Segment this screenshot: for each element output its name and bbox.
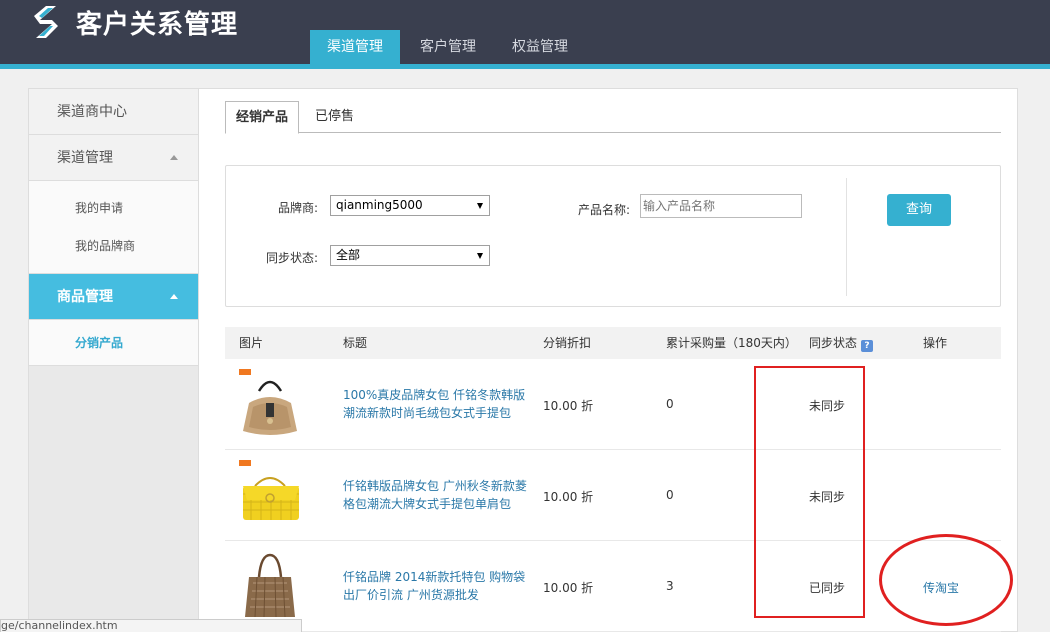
product-name-input[interactable] [640, 194, 802, 218]
caret-up-icon [170, 294, 178, 299]
filter-divider [846, 178, 847, 296]
purchase-qty-value: 3 [666, 579, 674, 593]
brand-select-value: qianming5000 [336, 198, 423, 212]
dropdown-arrow-icon [477, 253, 483, 259]
discount-value: 10.00 折 [543, 399, 594, 413]
header-accent-stripe [0, 64, 1050, 69]
help-icon[interactable]: ? [861, 340, 874, 352]
brand-label: 品牌商: [277, 201, 318, 215]
col-discount: 分销折扣 [543, 336, 592, 350]
filter-panel: 品牌商: qianming5000 产品名称: 同步状态: 全部 查询 [225, 165, 1001, 307]
annotation-rectangle [754, 366, 865, 618]
app-title: 客户关系管理 [76, 9, 239, 40]
tab-discontinued[interactable]: 已停售 [305, 101, 364, 133]
sidebar-item-my-applications[interactable]: 我的申请 [29, 189, 198, 227]
main-nav: 渠道管理 客户管理 权益管理 [310, 30, 588, 65]
table-row: 100%真皮品牌女包 仟铭冬款韩版潮流新款时尚毛绒包女式手提包 10.00 折 … [225, 359, 1001, 450]
col-sync-status: 同步状态? [809, 327, 874, 359]
col-title: 标题 [343, 336, 368, 350]
sidebar-item-channel-management[interactable]: 渠道管理 [29, 135, 198, 181]
sidebar-submenu-channel: 我的申请 我的品牌商 [29, 181, 198, 274]
app-header: 客户关系管理 渠道管理 客户管理 权益管理 [0, 0, 1050, 66]
sidebar-item-channel-center[interactable]: 渠道商中心 [29, 89, 198, 135]
sync-status-select[interactable]: 全部 [330, 245, 490, 266]
product-tabs: 经销产品 已停售 [225, 101, 1001, 134]
annotation-ellipse [879, 534, 1013, 626]
discount-value: 10.00 折 [543, 581, 594, 595]
col-image: 图片 [239, 336, 264, 350]
col-operation: 操作 [923, 336, 948, 350]
sidebar-item-label: 渠道管理 [57, 150, 113, 166]
sync-status-select-value: 全部 [336, 248, 361, 262]
sidebar-item-distribution-products[interactable]: 分销产品 [29, 320, 198, 366]
product-image-yellow-quilted-bag[interactable] [239, 460, 301, 528]
sidebar-item-label: 商品管理 [57, 289, 113, 305]
logo[interactable]: 客户关系管理 [26, 0, 238, 44]
col-sync-status-label: 同步状态 [809, 336, 858, 350]
product-name-label: 产品名称: [577, 203, 630, 217]
sidebar-item-product-management[interactable]: 商品管理 [29, 274, 198, 320]
product-title-link[interactable]: 仟铭韩版品牌女包 广州秋冬新款菱格包潮流大牌女式手提包单肩包 [343, 477, 529, 513]
purchase-qty-value: 0 [666, 488, 674, 502]
sync-status-label: 同步状态: [265, 251, 318, 265]
sidebar-submenu-product: 分销产品 [29, 320, 198, 366]
sidebar-item-my-brands[interactable]: 我的品牌商 [29, 227, 198, 265]
nav-tab-customer[interactable]: 客户管理 [404, 30, 492, 65]
product-title-link[interactable]: 100%真皮品牌女包 仟铭冬款韩版潮流新款时尚毛绒包女式手提包 [343, 386, 529, 422]
logo-icon [26, 2, 66, 42]
query-button[interactable]: 查询 [887, 194, 951, 226]
caret-up-icon [170, 155, 178, 160]
nav-tab-rights[interactable]: 权益管理 [496, 30, 584, 65]
nav-tab-channel[interactable]: 渠道管理 [310, 30, 400, 65]
product-image-brown-tote-bag[interactable] [239, 553, 301, 621]
dropdown-arrow-icon [477, 203, 483, 209]
table-row: 仟铭韩版品牌女包 广州秋冬新款菱格包潮流大牌女式手提包单肩包 10.00 折 0… [225, 450, 1001, 541]
discount-value: 10.00 折 [543, 490, 594, 504]
col-purchase-qty: 累计采购量（180天内） [666, 336, 797, 350]
tab-distributed-products[interactable]: 经销产品 [225, 101, 300, 134]
brand-select[interactable]: qianming5000 [330, 195, 490, 216]
purchase-qty-value: 0 [666, 397, 674, 411]
sidebar: 渠道商中心 渠道管理 我的申请 我的品牌商 商品管理 分销产品 [28, 88, 199, 632]
browser-status-bar: ge/channelindex.htm [0, 619, 302, 632]
product-title-link[interactable]: 仟铭品牌 2014新款托特包 购物袋出厂价引流 广州货源批发 [343, 568, 529, 604]
table-header: 图片 标题 分销折扣 累计采购量（180天内） 同步状态? 操作 [225, 327, 1001, 359]
product-image-beige-fur-handbag[interactable] [239, 369, 301, 437]
